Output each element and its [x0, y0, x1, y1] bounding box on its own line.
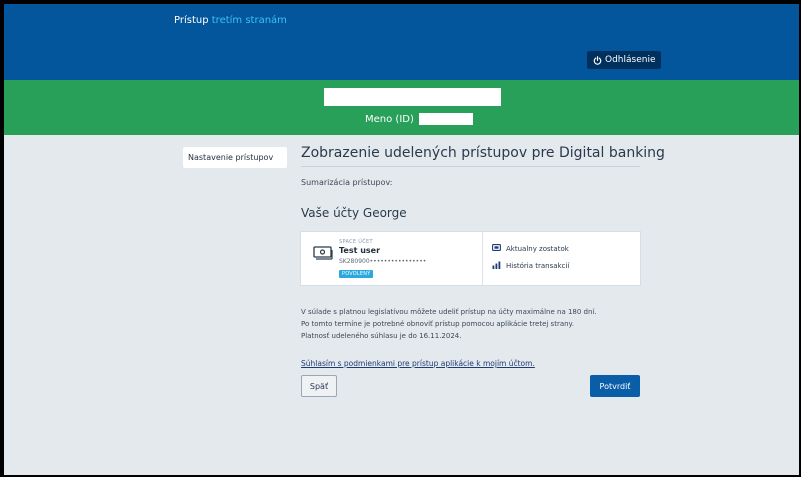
permission-history: História transakcií	[492, 261, 569, 271]
id-redacted-box	[418, 113, 473, 125]
summary-label: Sumarizácia prístupov:	[301, 178, 393, 187]
accounts-heading: Vaše účty George	[301, 206, 407, 220]
id-row: Meno (ID)	[365, 113, 473, 125]
sidebar-item-access-settings[interactable]: Nastavenie prístupov	[183, 147, 287, 168]
permission-label: História transakcií	[506, 262, 570, 270]
balance-icon	[492, 244, 501, 253]
identity-bar: Meno (ID)	[4, 80, 799, 135]
power-icon	[593, 55, 602, 65]
account-card: SPACE ÚČET Test user SK280900•••••••••••…	[300, 231, 641, 286]
account-iban: SK280900••••••••••••••••	[339, 258, 427, 265]
info-line: V súlade s platnou legislatívou môžete u…	[301, 308, 597, 316]
page-title: Zobrazenie udelených prístupov pre Digit…	[301, 145, 665, 167]
account-name: Test user	[339, 246, 381, 255]
info-line: Po tomto termíne je potrebné obnoviť prí…	[301, 320, 574, 328]
permission-balance: Aktualny zostatok	[492, 244, 569, 253]
logout-button[interactable]: Odhlásenie	[587, 51, 662, 69]
app-window: Prístup tretím stranám Odhlásenie Meno (…	[4, 4, 799, 475]
consent-link[interactable]: Súhlasím s podmienkami pre prístup aplik…	[301, 359, 535, 368]
account-type: SPACE ÚČET	[339, 239, 373, 245]
back-button[interactable]: Späť	[301, 375, 337, 397]
card-divider	[482, 232, 483, 285]
top-header: Prístup tretím stranám Odhlásenie	[4, 4, 799, 80]
logout-label: Odhlásenie	[605, 55, 656, 65]
name-redacted-box	[324, 88, 501, 106]
banknote-icon	[313, 245, 333, 264]
legal-info: V súlade s platnou legislatívou môžete u…	[301, 306, 597, 342]
app-title: Prístup tretím stranám	[174, 15, 287, 26]
chart-bars-icon	[492, 261, 501, 271]
status-badge: POVOLENÝ	[339, 270, 374, 278]
confirm-button[interactable]: Potvrdiť	[590, 375, 640, 397]
info-line: Platnosť udeleného súhlasu je do 16.11.2…	[301, 332, 462, 340]
permission-label: Aktualny zostatok	[506, 244, 569, 253]
id-label: Meno (ID)	[365, 113, 414, 125]
app-title-main: Prístup	[174, 15, 209, 26]
app-title-accent: tretím stranám	[211, 15, 287, 26]
